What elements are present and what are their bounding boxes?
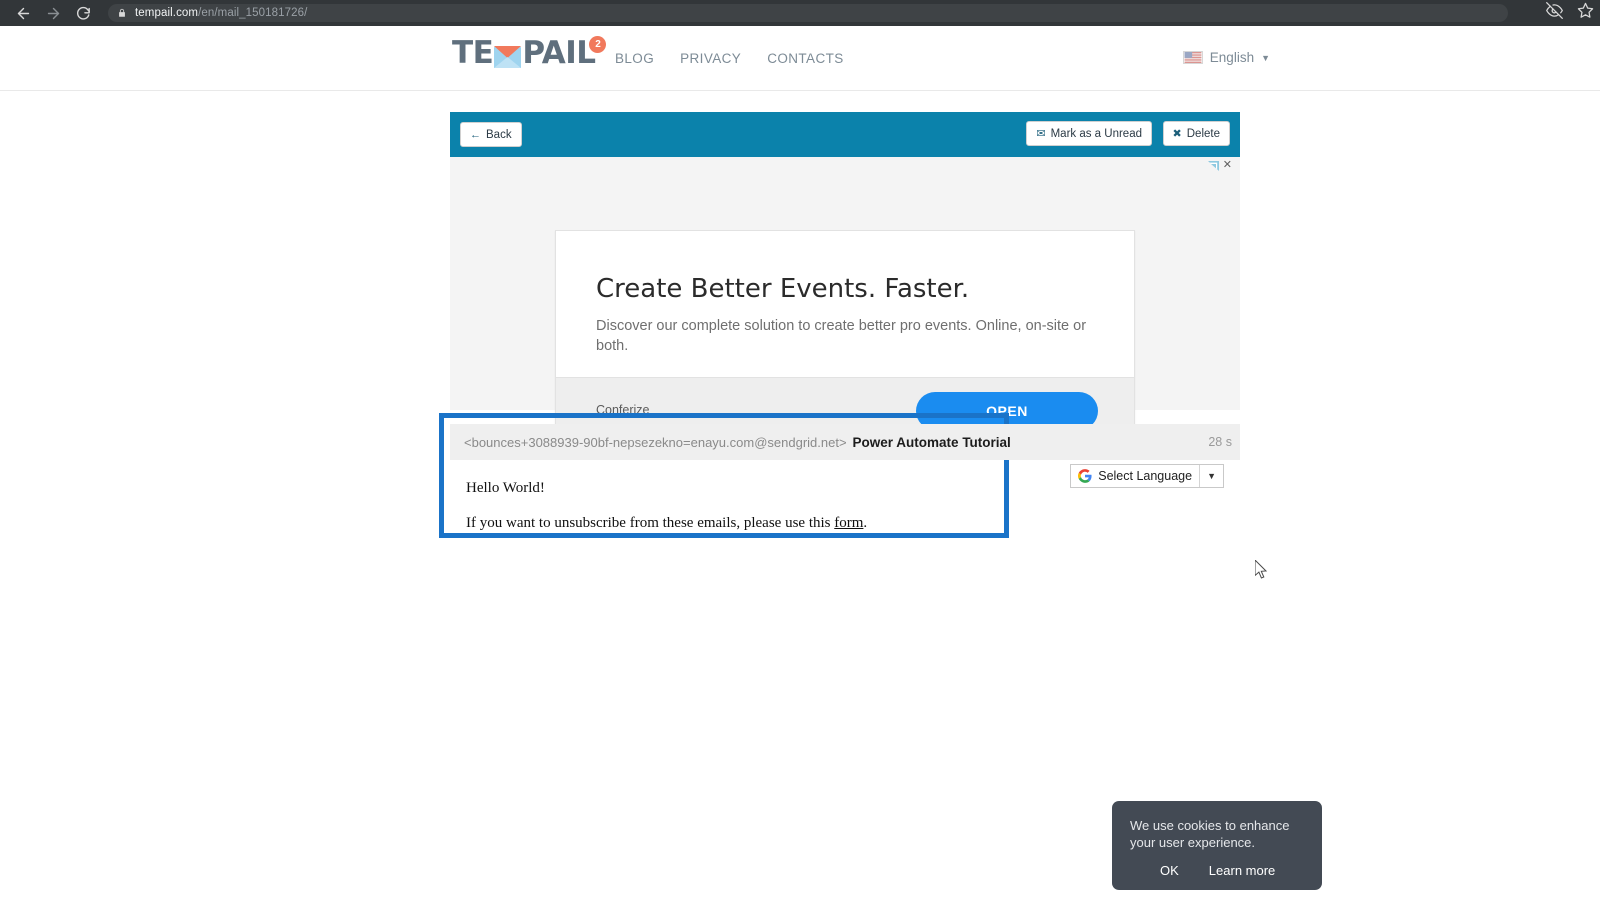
mark-as-unread-button[interactable]: ✉ Mark as a Unread: [1026, 121, 1152, 146]
cookie-consent-banner: We use cookies to enhance your user expe…: [1112, 800, 1322, 890]
url-path: /en/mail_150181726/: [198, 7, 308, 19]
select-language-label: Select Language: [1098, 469, 1193, 483]
unread-count-badge: 2: [589, 36, 607, 53]
mail-header-row: <bounces+3088939-90bf-nepsezekno=enayu.c…: [450, 424, 1240, 460]
mail-toolbar: ← Back ✉ Mark as a Unread ✖ Delete: [450, 112, 1240, 157]
language-selector[interactable]: English ▼: [1182, 50, 1270, 65]
browser-reload-icon[interactable]: [68, 0, 98, 26]
browser-chrome: tempail.com/en/mail_150181726/: [0, 0, 1600, 26]
google-translate-widget[interactable]: Select Language ▼: [1070, 464, 1224, 488]
logo-text-part2: PAIL: [522, 35, 596, 71]
ad-close-icon[interactable]: ✕: [1223, 160, 1232, 171]
logo-text-part1: TE: [452, 35, 494, 71]
adchoices-icon[interactable]: [1207, 160, 1219, 171]
envelope-icon: [494, 43, 522, 68]
mail-from-address: <bounces+3088939-90bf-nepsezekno=enayu.c…: [464, 434, 847, 450]
ad-brand-name: Conferize: [596, 403, 650, 417]
advertisement-area: ✕ Create Better Events. Faster. Discover…: [450, 157, 1240, 445]
cookie-ok-button[interactable]: OK: [1160, 863, 1179, 878]
main-nav: BLOG PRIVACY CONTACTS: [615, 51, 844, 66]
browser-forward-icon[interactable]: [38, 0, 68, 26]
eye-off-icon[interactable]: [1545, 2, 1564, 24]
bookmark-star-icon[interactable]: [1577, 2, 1594, 24]
ad-headline: Create Better Events. Faster.: [596, 274, 970, 304]
google-g-icon: [1078, 469, 1092, 483]
us-flag-icon: [1182, 51, 1203, 64]
mail-body-line-2-suffix: .: [863, 515, 868, 531]
mail-body-line-2: If you want to unsubscribe from these em…: [466, 515, 1224, 532]
site-logo[interactable]: TE PAIL 2: [452, 35, 607, 71]
unsubscribe-form-link[interactable]: form: [834, 515, 863, 531]
delete-button[interactable]: ✖ Delete: [1162, 121, 1230, 146]
browser-toolbar-right: [1545, 0, 1594, 26]
address-bar-url: tempail.com/en/mail_150181726/: [135, 7, 307, 19]
mail-content-column: ← Back ✉ Mark as a Unread ✖ Delete ✕ Cre…: [439, 112, 1322, 900]
close-x-icon: ✖: [1172, 128, 1182, 140]
back-button-label: Back: [486, 128, 512, 141]
ad-card[interactable]: Create Better Events. Faster. Discover o…: [555, 230, 1135, 445]
cookie-learn-more-button[interactable]: Learn more: [1209, 863, 1275, 878]
mouse-cursor: [1254, 558, 1269, 585]
cookie-banner-actions: OK Learn more: [1130, 863, 1304, 878]
chevron-down-icon: ▼: [1261, 52, 1270, 63]
delete-button-label: Delete: [1186, 127, 1220, 140]
nav-item-contacts[interactable]: CONTACTS: [767, 51, 843, 66]
cookie-banner-text: We use cookies to enhance your user expe…: [1130, 817, 1290, 850]
language-label: English: [1209, 50, 1255, 65]
back-button[interactable]: ← Back: [460, 122, 522, 147]
logo-text: TE PAIL: [452, 35, 596, 71]
nav-item-privacy[interactable]: PRIVACY: [680, 51, 741, 66]
ad-body-text: Discover our complete solution to create…: [596, 318, 1087, 354]
mail-subject: Power Automate Tutorial: [852, 434, 1011, 450]
nav-item-blog[interactable]: BLOG: [615, 51, 654, 66]
browser-back-icon[interactable]: [8, 0, 38, 26]
mail-message: <bounces+3088939-90bf-nepsezekno=enayu.c…: [439, 413, 1240, 562]
site-header: TE PAIL 2 BLOG PRIVACY CONTACTS English …: [0, 26, 1600, 91]
mail-body-line-2-prefix: If you want to unsubscribe from these em…: [466, 515, 835, 531]
envelope-icon: ✉: [1036, 128, 1046, 140]
chevron-down-icon: ▼: [1207, 471, 1216, 481]
mark-as-unread-label: Mark as a Unread: [1050, 127, 1142, 140]
ad-choices-controls: ✕: [1207, 160, 1232, 171]
url-domain: tempail.com: [135, 7, 199, 19]
back-arrow-icon: ←: [470, 128, 481, 141]
mail-timestamp: 28 s: [1208, 435, 1232, 449]
lock-icon: [117, 7, 127, 19]
address-bar[interactable]: tempail.com/en/mail_150181726/: [108, 4, 1508, 22]
